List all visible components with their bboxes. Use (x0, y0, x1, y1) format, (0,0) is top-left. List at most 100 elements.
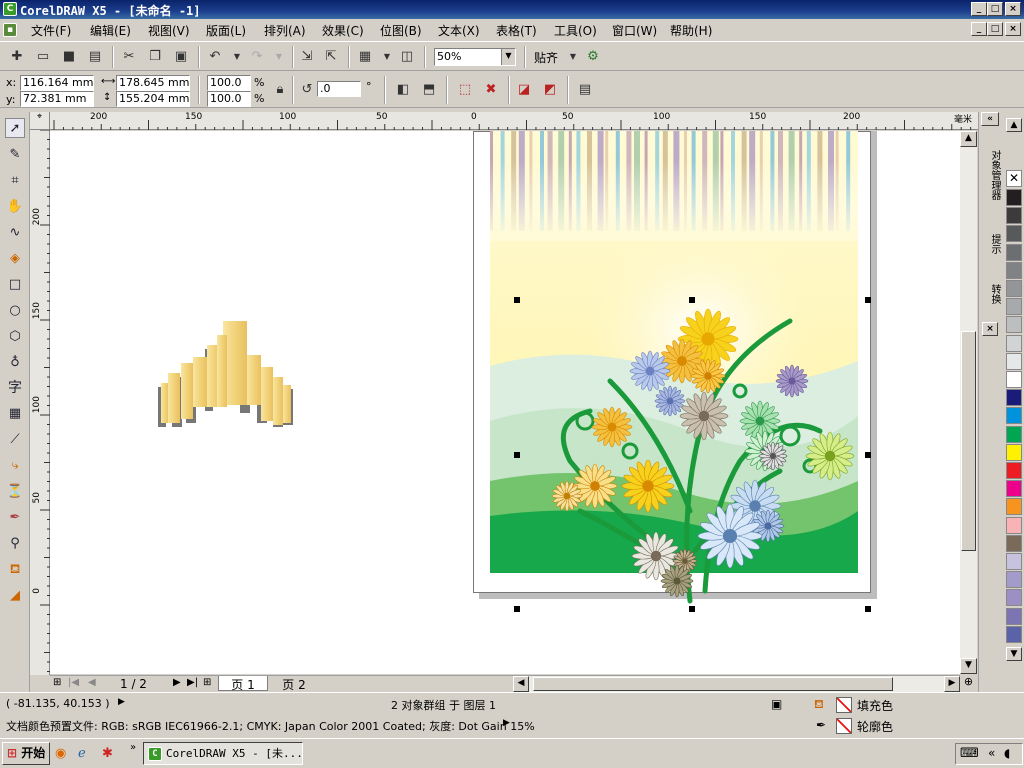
x-position-field[interactable]: 116.164 mm (20, 75, 94, 91)
last-page-icon[interactable]: ▶| (187, 677, 198, 688)
add-page-icon[interactable]: ⊞ (203, 677, 211, 688)
page-tab-1[interactable]: 页 1 (218, 676, 268, 692)
palette-swatch[interactable] (1006, 534, 1022, 552)
palette-swatch[interactable] (1006, 352, 1022, 370)
text-tool-icon[interactable]: 字 (5, 378, 25, 398)
palette-swatch[interactable] (1006, 261, 1022, 279)
zoom-dropdown-icon[interactable]: ▼ (501, 49, 515, 65)
horizontal-scroll-thumb[interactable] (533, 677, 893, 691)
menu-view[interactable]: 视图(V) (148, 22, 190, 39)
drawing-canvas[interactable] (50, 131, 960, 674)
scale-width-field[interactable]: 100.0 (207, 75, 251, 91)
page-options-icon[interactable]: ⊞ (53, 677, 61, 688)
selection-handle-mr[interactable] (865, 452, 871, 458)
status-expand-icon[interactable]: ▶ (118, 697, 125, 707)
palette-swatch[interactable] (1006, 225, 1022, 243)
menu-table[interactable]: 表格(T) (496, 22, 537, 39)
rectangle-tool-icon[interactable]: □ (5, 275, 25, 295)
palette-swatch[interactable] (1006, 207, 1022, 225)
taskbar-coreldraw-button[interactable]: C CorelDRAW X5 - [未... (143, 742, 303, 765)
break-apart-icon[interactable]: ◩ (541, 81, 559, 99)
paste-icon[interactable]: ▣ (172, 48, 190, 66)
basic-shapes-icon[interactable]: ♁ (5, 353, 25, 373)
outline-color-swatch[interactable] (836, 718, 852, 734)
blend-tool-icon[interactable]: ⏳ (5, 482, 25, 502)
selection-handle-bm[interactable] (689, 606, 695, 612)
pick-tool-icon[interactable]: ➚ (5, 118, 25, 138)
options-icon[interactable]: ⚙ (584, 48, 602, 66)
menu-window[interactable]: 窗口(W) (612, 22, 657, 39)
new-icon[interactable]: ✚ (8, 48, 26, 66)
dimension-tool-icon[interactable]: ⟋ (5, 430, 25, 450)
palette-swatch[interactable] (1006, 371, 1022, 388)
menu-layout[interactable]: 版面(L) (206, 22, 246, 39)
undo-dropdown-icon[interactable]: ▼ (228, 48, 246, 66)
no-color-swatch[interactable]: ✕ (1006, 170, 1022, 187)
palette-swatch[interactable] (1006, 425, 1022, 443)
palette-swatch[interactable] (1006, 243, 1022, 261)
docker-collapse-icon[interactable]: « (981, 112, 999, 126)
ie-quicklaunch-icon[interactable]: ℯ (78, 746, 86, 761)
flower-artwork[interactable] (490, 131, 858, 606)
palette-swatch[interactable] (1006, 389, 1022, 407)
tray-expand-icon[interactable]: « (988, 746, 995, 760)
ellipse-tool-icon[interactable]: ○ (5, 301, 25, 321)
export-icon[interactable]: ⇱ (322, 48, 340, 66)
ungroup-icon[interactable]: ✖ (482, 81, 500, 99)
redo-icon[interactable]: ↷ (248, 48, 266, 66)
vertical-ruler[interactable]: 200 150 100 50 0 (30, 130, 50, 675)
palette-swatch[interactable] (1006, 443, 1022, 461)
mirror-vertical-icon[interactable]: ⬒ (420, 81, 438, 99)
scroll-up-icon[interactable]: ▲ (960, 131, 977, 147)
palette-swatch[interactable] (1006, 589, 1022, 607)
application-launcher-icon[interactable]: ▦ (356, 48, 374, 66)
rotation-angle-field[interactable]: .0 (317, 81, 361, 97)
menu-file[interactable]: 文件(F) (31, 22, 71, 39)
welcome-screen-icon[interactable]: ◫ (398, 48, 416, 66)
vertical-scrollbar[interactable]: ▲ ▼ (960, 131, 977, 674)
print-icon[interactable]: ▤ (86, 48, 104, 66)
smart-fill-icon[interactable]: ◈ (5, 249, 25, 269)
palette-swatch[interactable] (1006, 516, 1022, 534)
selection-handle-tm[interactable] (689, 297, 695, 303)
palette-swatch[interactable] (1006, 498, 1022, 516)
doc-close-button[interactable]: × (1005, 22, 1021, 36)
start-button[interactable]: ⊞ 开始 (2, 742, 50, 765)
ruler-origin[interactable]: ⌖ (30, 112, 50, 130)
docker-tab-hints[interactable]: 提示 (981, 224, 1000, 264)
quicklaunch-more-icon[interactable]: » (130, 742, 136, 753)
palette-swatch[interactable] (1006, 462, 1022, 479)
eyedropper-tool-icon[interactable]: ✒ (5, 508, 25, 528)
shape-tool-icon[interactable]: ✎ (5, 145, 25, 165)
scroll-right-icon[interactable]: ▶ (944, 676, 960, 692)
palette-swatch[interactable] (1006, 298, 1022, 316)
lock-ratio-icon[interactable]: 🔒︎ (271, 81, 289, 99)
scroll-left-icon[interactable]: ◀ (513, 676, 529, 692)
y-position-field[interactable]: 72.381 mm (20, 91, 94, 107)
fill-color-swatch[interactable] (836, 697, 852, 713)
copy-icon[interactable]: ❐ (146, 48, 164, 66)
zoom-level-field[interactable]: 50% ▼ (434, 48, 516, 66)
palette-swatch[interactable] (1006, 407, 1022, 425)
palette-swatch[interactable] (1006, 316, 1022, 334)
menu-effects[interactable]: 效果(C) (322, 22, 364, 39)
snap-dropdown-icon[interactable]: ▼ (564, 48, 582, 66)
docker-close-icon[interactable]: × (982, 322, 998, 336)
save-icon[interactable]: ■ (60, 48, 78, 66)
connector-tool-icon[interactable]: ⤷ (5, 456, 25, 476)
crop-tool-icon[interactable]: ⌗ (5, 171, 25, 191)
horizontal-scrollbar[interactable]: ◀ ▶ (513, 676, 960, 692)
doc-restore-button[interactable]: □ (987, 22, 1003, 36)
horizontal-ruler[interactable]: 200 150 100 50 0 50 100 150 200 毫米 (50, 112, 978, 130)
palette-swatch[interactable] (1006, 553, 1022, 570)
palette-scroll-up-icon[interactable]: ▲ (1006, 118, 1022, 132)
building-graphic[interactable] (155, 319, 295, 429)
outline-tool-icon[interactable]: ⚲ (5, 534, 25, 554)
menu-help[interactable]: 帮助(H) (670, 22, 712, 39)
docker-tab-object-manager[interactable]: 对象管理器 (981, 134, 1000, 216)
undo-icon[interactable]: ↶ (206, 48, 224, 66)
palette-scroll-down-icon[interactable]: ▼ (1006, 647, 1022, 661)
combine-icon[interactable]: ◪ (515, 81, 533, 99)
menu-text[interactable]: 文本(X) (438, 22, 480, 39)
interactive-fill-icon[interactable]: ◢ (5, 586, 25, 606)
